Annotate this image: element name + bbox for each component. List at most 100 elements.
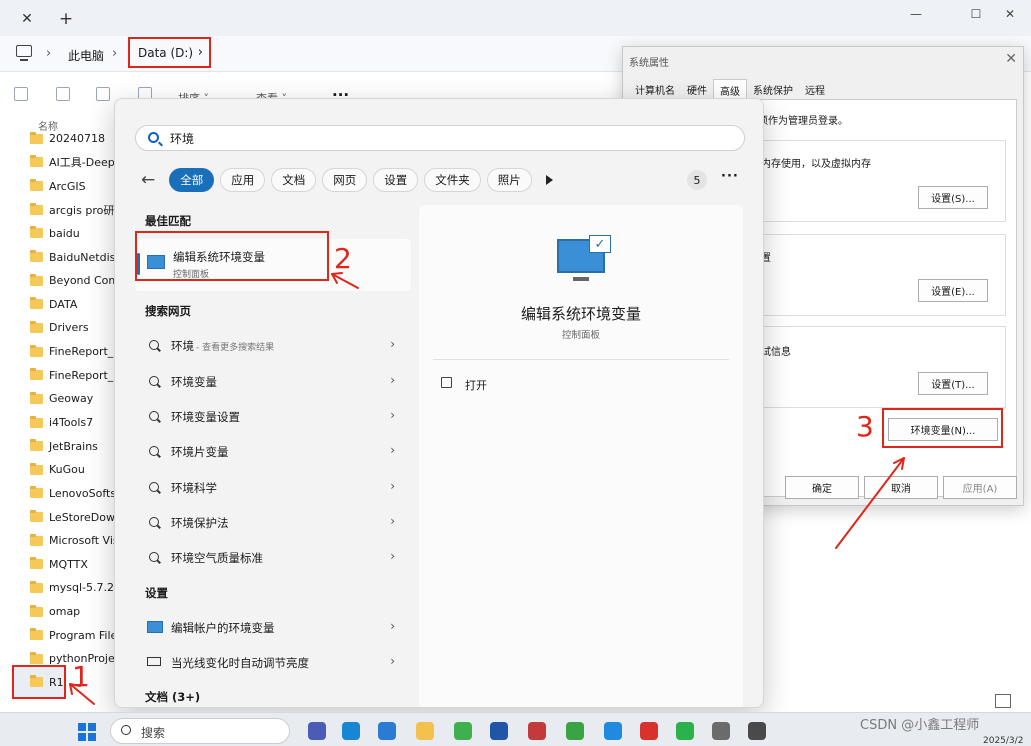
app-icon[interactable] [378, 722, 396, 740]
back-arrow-icon[interactable]: ← [141, 170, 155, 190]
web-result[interactable]: 环境变量设置 › [135, 400, 411, 432]
app-icon[interactable] [454, 722, 472, 740]
list-item[interactable]: LeStoreDownl [26, 505, 118, 529]
filter-all[interactable]: 全部 [169, 168, 215, 192]
rename-icon[interactable] [56, 87, 70, 101]
chevron-right-icon[interactable]: › [390, 654, 395, 668]
wechat-icon[interactable] [676, 722, 694, 740]
share-icon[interactable] [96, 87, 110, 101]
web-result[interactable]: 环境片变量 › [135, 435, 411, 467]
list-item[interactable]: ArcGIS [26, 174, 118, 198]
chevron-right-icon[interactable]: › [390, 373, 395, 387]
settings-result[interactable]: 当光线变化时自动调节亮度 › [135, 646, 411, 678]
tab-remote[interactable]: 远程 [799, 79, 831, 99]
app-icon[interactable] [604, 722, 622, 740]
dialog-close-icon[interactable]: ✕ [1005, 51, 1017, 67]
list-item[interactable]: FineReport_11 [26, 363, 118, 387]
web-result[interactable]: 环境保护法 › [135, 506, 411, 538]
list-item[interactable]: Beyond Comp [26, 269, 118, 293]
app-icon[interactable] [528, 722, 546, 740]
list-item[interactable]: Microsoft Visu [26, 529, 118, 553]
list-item[interactable]: 20240718 [26, 127, 118, 151]
app-icon[interactable] [748, 722, 766, 740]
open-external-icon[interactable] [441, 377, 452, 388]
list-item[interactable]: LenovoSoftsto [26, 482, 118, 506]
list-item[interactable]: BaiduNetdiskD [26, 245, 118, 269]
annotation-number-2: 2 [334, 242, 352, 275]
more-options-button[interactable]: ··· [721, 169, 739, 184]
copy-icon[interactable] [14, 87, 28, 101]
file-name: ArcGIS [49, 179, 86, 193]
web-result[interactable]: 环境 - 查看更多搜索结果 › [135, 329, 411, 361]
filter-web[interactable]: 网页 [322, 168, 368, 192]
breadcrumb-this-pc[interactable]: 此电脑 [68, 47, 104, 64]
list-item[interactable]: mysql-5.7.26-v [26, 576, 118, 600]
list-item[interactable]: baidu [26, 222, 118, 246]
performance-settings-button[interactable]: 设置(S)... [918, 186, 988, 209]
ok-button[interactable]: 确定 [785, 476, 859, 499]
web-result[interactable]: 环境科学 › [135, 471, 411, 503]
wps-icon[interactable] [640, 722, 658, 740]
breadcrumb-data-drive[interactable]: Data (D:) › [128, 37, 211, 68]
window-close-button[interactable]: ✕ [990, 4, 1030, 24]
tab-advanced[interactable]: 高级 [713, 79, 747, 99]
settings-result[interactable]: 编辑帐户的环境变量 › [135, 611, 411, 643]
cancel-button[interactable]: 取消 [864, 476, 938, 499]
list-item[interactable]: KuGou [26, 458, 118, 482]
chevron-right-icon[interactable]: › [390, 479, 395, 493]
tab-hardware[interactable]: 硬件 [681, 79, 713, 99]
list-item[interactable]: FineReport_10 [26, 340, 118, 364]
list-item[interactable]: omap [26, 600, 118, 624]
app-icon[interactable] [308, 722, 326, 740]
list-item[interactable]: Geoway [26, 387, 118, 411]
list-item[interactable]: arcgis pro研发 [26, 198, 118, 222]
chevron-right-icon[interactable]: › [390, 443, 395, 457]
app-icon[interactable] [712, 722, 730, 740]
list-item[interactable]: MQTTX [26, 553, 118, 577]
open-action[interactable]: 打开 [465, 377, 487, 393]
startup-settings-button[interactable]: 设置(T)... [918, 372, 988, 395]
file-list: 20240718 AI工具-DeepSe ArcGIS arcgis pro研发… [26, 127, 118, 671]
filter-apps[interactable]: 应用 [220, 168, 266, 192]
tab-strip: ✕ + — ☐ ✕ [0, 0, 1031, 36]
selected-folder-r1[interactable]: R1 [12, 665, 66, 699]
chevron-right-icon[interactable]: › [390, 514, 395, 528]
edge-icon[interactable] [342, 722, 360, 740]
file-name: FineReport_11 [49, 368, 118, 382]
minimize-button[interactable]: — [896, 4, 936, 24]
chevron-right-icon[interactable]: › [390, 619, 395, 633]
result-label: 当光线变化时自动调节亮度 [171, 656, 309, 670]
play-icon[interactable] [545, 175, 553, 185]
web-result[interactable]: 环境空气质量标准 › [135, 541, 411, 573]
chevron-right-icon[interactable]: › [390, 549, 395, 563]
tab-system-protection[interactable]: 系统保护 [747, 79, 799, 99]
list-item[interactable]: Drivers [26, 316, 118, 340]
filter-photos[interactable]: 照片 [486, 168, 532, 192]
taskbar-search[interactable]: 搜索 [110, 718, 290, 744]
filter-settings[interactable]: 设置 [373, 168, 419, 192]
chevron-right-icon[interactable]: › [390, 337, 395, 351]
chevron-right-icon[interactable]: › [198, 45, 203, 60]
settings-heading: 设置 [145, 586, 168, 600]
folder-icon[interactable] [416, 722, 434, 740]
filter-folders[interactable]: 文件夹 [424, 168, 481, 192]
web-result[interactable]: 环境变量 › [135, 365, 411, 397]
list-item[interactable]: JetBrains [26, 434, 118, 458]
chevron-right-icon[interactable]: › [390, 408, 395, 422]
list-item[interactable]: AI工具-DeepSe [26, 151, 118, 175]
list-item[interactable]: DATA [26, 292, 118, 316]
app-icon[interactable] [490, 722, 508, 740]
folder-icon [30, 155, 43, 168]
details-view-icon[interactable] [995, 694, 1011, 708]
list-item[interactable]: Program Files [26, 623, 118, 647]
search-input[interactable]: 环境 [135, 125, 745, 151]
new-tab-button[interactable]: + [54, 5, 78, 33]
windows-start-icon[interactable] [78, 723, 96, 741]
apply-button[interactable]: 应用(A) [943, 476, 1017, 499]
tab-computer-name[interactable]: 计算机名 [629, 79, 681, 99]
profiles-settings-button[interactable]: 设置(E)... [918, 279, 988, 302]
tab-close-button[interactable]: ✕ [10, 5, 44, 33]
app-icon[interactable] [566, 722, 584, 740]
filter-documents[interactable]: 文档 [271, 168, 317, 192]
list-item[interactable]: i4Tools7 [26, 411, 118, 435]
